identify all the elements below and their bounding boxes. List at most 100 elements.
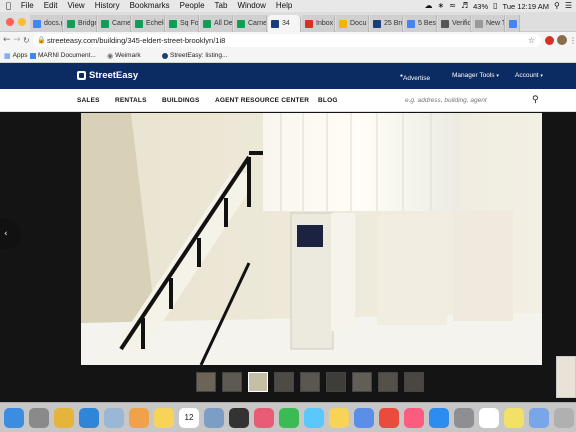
menu-file[interactable]: File [16, 0, 39, 12]
volume-icon[interactable]: ♬ [461, 0, 468, 12]
back-icon[interactable]: ← [3, 35, 11, 46]
photo-thumbnail[interactable] [248, 372, 268, 392]
menu-bookmarks[interactable]: Bookmarks [125, 0, 175, 12]
safari-icon[interactable] [79, 408, 99, 428]
messages-icon[interactable] [304, 408, 324, 428]
bookmark-streeteasy[interactable]: StreetEasy: listing... [162, 49, 227, 63]
photo-thumbnail[interactable] [300, 372, 320, 392]
loft-interior-image [81, 113, 542, 365]
folder-icon[interactable] [204, 408, 224, 428]
nav-rentals[interactable]: RENTALS [115, 89, 147, 112]
tab-label: Inbox [316, 20, 334, 27]
bookmark-apps[interactable]: ▦ Apps [4, 49, 27, 63]
tab-favicon-icon [339, 19, 347, 28]
close-window-button[interactable] [6, 18, 14, 26]
dashboard-icon[interactable] [229, 408, 249, 428]
side-preview-thumbnail[interactable] [556, 356, 576, 398]
chrome-icon[interactable] [54, 408, 74, 428]
reload-icon[interactable]: ↻ [23, 35, 30, 46]
battery-icon[interactable]: ▯ [493, 0, 497, 12]
browser-tab[interactable]: Carne [234, 15, 267, 32]
address-bar[interactable]: 🔒 streeteasy.com/building/345-eldert-str… [33, 34, 541, 47]
photo-thumbnail[interactable] [274, 372, 294, 392]
menu-window[interactable]: Window [232, 0, 270, 12]
wifi-icon[interactable]: ≈ [449, 0, 456, 12]
bookmark-weimark[interactable]: ◉ Weimark [107, 49, 141, 63]
launchpad-icon[interactable] [29, 408, 49, 428]
extension-icon[interactable] [545, 36, 554, 45]
browser-tab[interactable]: Bridge [64, 15, 97, 32]
menu-help[interactable]: Help [271, 0, 297, 12]
news-icon[interactable] [379, 408, 399, 428]
search-icon[interactable]: ⚲ [554, 0, 560, 12]
browser-tab[interactable]: Verific [438, 15, 471, 32]
browser-tab[interactable]: 34 [268, 15, 301, 32]
menu-tab[interactable]: Tab [210, 0, 233, 12]
menu-dots-icon[interactable]: ⋮ [569, 35, 576, 46]
photo-thumbnail[interactable] [326, 372, 346, 392]
nav-agent-resource-center[interactable]: AGENT RESOURCE CENTER [215, 89, 309, 112]
textedit-icon[interactable] [479, 408, 499, 428]
browser-tab[interactable]: h [506, 15, 520, 32]
forward-icon[interactable]: → [13, 35, 21, 46]
browser-tab[interactable]: Docu [336, 15, 369, 32]
nav-buildings[interactable]: BUILDINGS [162, 89, 200, 112]
browser-tab[interactable]: docs.g [30, 15, 63, 32]
search-icon[interactable]: ⚲ [532, 94, 539, 107]
browser-tab-strip: docs.g Bridge Carne Echelo Sq Fo All De Carne 3… [0, 12, 576, 32]
browser-tab[interactable]: Carne [98, 15, 131, 32]
photos-icon[interactable] [129, 408, 149, 428]
browser-tab[interactable]: 25 Bru [370, 15, 403, 32]
menu-view[interactable]: View [63, 0, 90, 12]
browser-tab[interactable]: New Tab [472, 15, 505, 32]
browser-tab[interactable]: All De [200, 15, 233, 32]
menu-edit[interactable]: Edit [39, 0, 63, 12]
photo-thumbnail[interactable] [378, 372, 398, 392]
tab-label: Carne [248, 20, 267, 27]
nav-sales[interactable]: SALES [77, 89, 100, 112]
streeteasy-logo[interactable]: StreetEasy [89, 63, 138, 89]
music-icon[interactable] [404, 408, 424, 428]
minimize-window-button[interactable] [18, 18, 26, 26]
stickies-icon[interactable] [504, 408, 524, 428]
nav-blog[interactable]: BLOG [318, 89, 338, 112]
preview-icon[interactable] [104, 408, 124, 428]
facetime-icon[interactable] [279, 408, 299, 428]
menu-people[interactable]: People [175, 0, 210, 12]
browser-tab[interactable]: Sq Fo [166, 15, 199, 32]
advertise-link[interactable]: ●Advertise [400, 63, 430, 92]
tab-favicon-icon [271, 19, 279, 28]
trash-icon[interactable] [554, 408, 574, 428]
apple-icon[interactable]:  [0, 0, 16, 12]
photo-thumbnail[interactable] [222, 372, 242, 392]
system-preferences-icon[interactable] [454, 408, 474, 428]
notes-icon[interactable] [154, 408, 174, 428]
bluetooth-icon[interactable]: ∗ [438, 0, 445, 12]
app-store-icon[interactable] [429, 408, 449, 428]
browser-tab[interactable]: 5 Best [404, 15, 437, 32]
cloud-icon[interactable]: ☁ [425, 0, 433, 12]
calendar-icon[interactable]: 12 [179, 408, 199, 428]
previous-photo-button[interactable]: ‹ [0, 219, 21, 249]
folder-icon[interactable] [529, 408, 549, 428]
manager-tools-menu[interactable]: Manager Tools ▾ [452, 63, 499, 89]
notes-icon[interactable] [329, 408, 349, 428]
listing-photo[interactable] [81, 113, 542, 365]
photo-thumbnail[interactable] [404, 372, 424, 392]
finder-icon[interactable] [4, 408, 24, 428]
address-toolbar: ← → ↻ 🔒 streeteasy.com/building/345-elde… [0, 32, 576, 49]
profile-avatar[interactable] [557, 35, 567, 45]
browser-tab[interactable]: Echelo [132, 15, 165, 32]
search-input[interactable] [405, 94, 547, 107]
browser-tab[interactable]: Inbox [302, 15, 335, 32]
photo-thumbnail[interactable] [196, 372, 216, 392]
menu-history[interactable]: History [90, 0, 125, 12]
photos-icon[interactable] [254, 408, 274, 428]
account-menu[interactable]: Account ▾ [515, 63, 543, 89]
menu-list-icon[interactable]: ☰ [565, 0, 572, 12]
photo-thumbnail[interactable] [352, 372, 372, 392]
bookmark-star-icon[interactable]: ☆ [528, 34, 535, 47]
bookmark-marni[interactable]: MARNI Document... [30, 49, 96, 63]
keynote-icon[interactable] [354, 408, 374, 428]
menu-clock[interactable]: Tue 12:19 AM [503, 2, 549, 11]
